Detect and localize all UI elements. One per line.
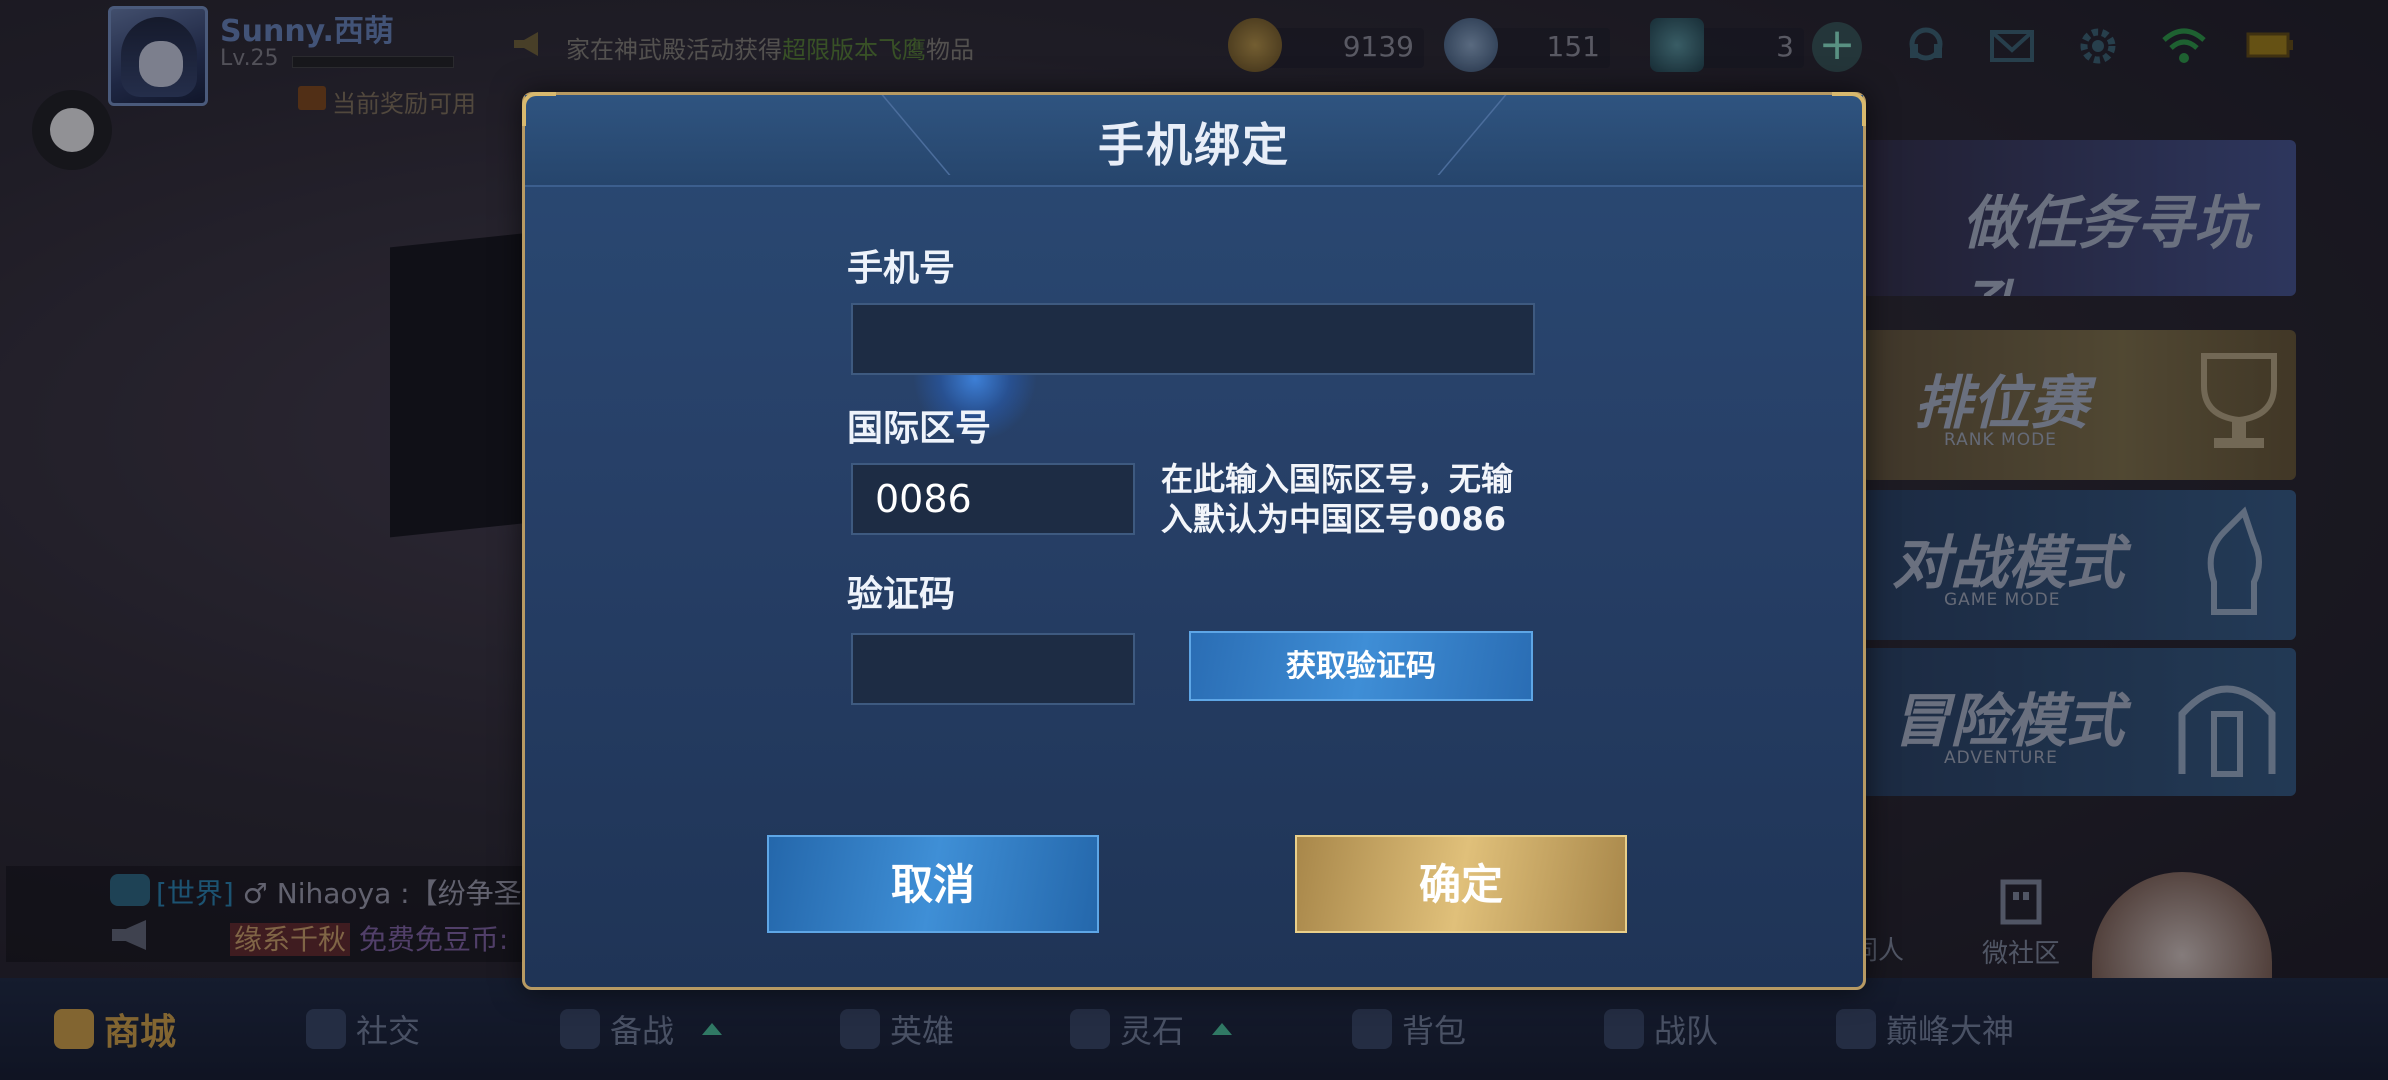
- region-code-input[interactable]: [851, 463, 1135, 535]
- verification-code-label: 验证码: [847, 574, 956, 615]
- corner-ornament-right: [1832, 92, 1866, 126]
- confirm-button[interactable]: 确定: [1295, 835, 1627, 933]
- verification-code-input[interactable]: [851, 633, 1135, 705]
- region-code-hint: 在此输入国际区号，无输入默认为中国区号0086: [1161, 460, 1514, 538]
- phone-binding-dialog: 手机绑定 手机号 国际区号 在此输入国际区号，无输入默认为中国区号0086 验证…: [522, 92, 1866, 990]
- dialog-title: 手机绑定: [1098, 118, 1290, 172]
- dialog-header: 手机绑定: [525, 95, 1863, 187]
- get-code-button[interactable]: 获取验证码: [1189, 631, 1533, 701]
- phone-input[interactable]: [851, 303, 1535, 375]
- region-code-label: 国际区号: [847, 408, 992, 449]
- cancel-button[interactable]: 取消: [767, 835, 1099, 933]
- phone-label: 手机号: [847, 248, 956, 289]
- corner-ornament-left: [522, 92, 556, 126]
